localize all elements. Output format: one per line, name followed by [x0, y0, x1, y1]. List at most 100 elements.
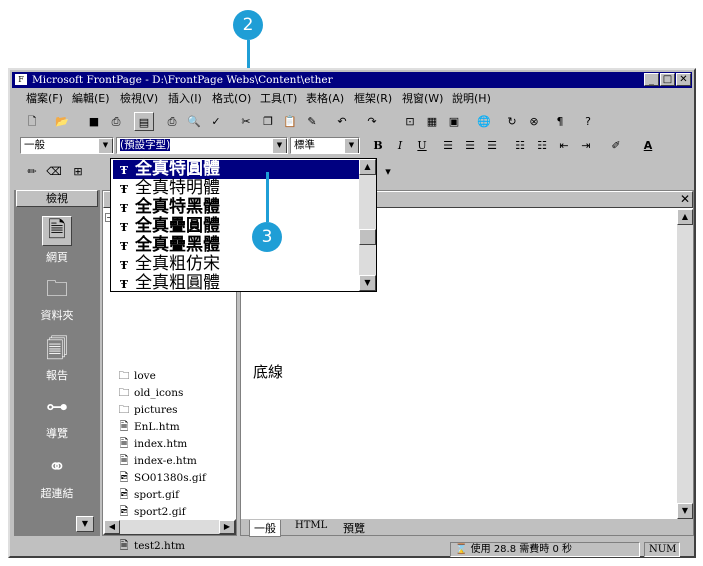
- scroll-thumb[interactable]: [359, 229, 376, 245]
- menu-help[interactable]: 說明(H): [452, 90, 491, 108]
- align-right-icon[interactable]: ☰: [482, 136, 502, 155]
- scroll-down-icon[interactable]: ▼: [677, 503, 693, 519]
- tab-normal[interactable]: 一般: [249, 520, 281, 537]
- view-label: 資料夾: [40, 309, 74, 322]
- editor-text: 底線: [253, 363, 284, 381]
- dropdown-scrollbar[interactable]: ▲ ▼: [359, 159, 376, 291]
- italic-button[interactable]: I: [390, 136, 410, 155]
- undo-icon[interactable]: ↶: [332, 112, 352, 131]
- font-option[interactable]: Ŧ 全真特明體: [113, 179, 359, 198]
- bullet-list-icon[interactable]: ☷: [532, 136, 552, 155]
- page-view-icon: 🗎: [42, 216, 72, 246]
- font-combo[interactable]: (預設字型) ▼: [116, 137, 288, 154]
- folder-list-icon[interactable]: ▤: [134, 112, 154, 131]
- chevron-down-icon[interactable]: ▼: [272, 138, 287, 153]
- cut-icon[interactable]: ✂: [236, 112, 256, 131]
- menu-file[interactable]: 檔案(F): [26, 90, 63, 108]
- view-folders[interactable]: 🗀 資料夾: [14, 276, 100, 323]
- font-option[interactable]: Ŧ 全真特黑體: [113, 198, 359, 217]
- menu-table[interactable]: 表格(A): [306, 90, 344, 108]
- list-item[interactable]: 🗎 index.htm: [117, 435, 188, 452]
- list-item[interactable]: 🗀 pictures: [117, 401, 178, 418]
- menu-bar: 檔案(F) 編輯(E) 檢視(V) 插入(I) 格式(O) 工具(T) 表格(A…: [12, 90, 692, 108]
- size-combo[interactable]: 標準 ▼: [290, 137, 360, 154]
- menu-edit[interactable]: 編輯(E): [72, 90, 110, 108]
- tab-html[interactable]: HTML: [291, 520, 331, 531]
- dropdown-arrow-icon[interactable]: ▾: [378, 162, 398, 181]
- view-hyperlinks[interactable]: ⚭ 超連結: [14, 454, 100, 501]
- minimize-button[interactable]: _: [644, 73, 659, 86]
- font-option[interactable]: Ŧ 全真疊圓體: [113, 217, 359, 236]
- redo-icon[interactable]: ↷: [362, 112, 382, 131]
- font-option[interactable]: Ŧ 全真特圓體: [113, 160, 359, 179]
- underline-button[interactable]: U: [412, 136, 432, 155]
- list-item[interactable]: 🖻 sport2.gif: [117, 503, 186, 520]
- spelling-icon[interactable]: ✓: [206, 112, 226, 131]
- format-painter-icon[interactable]: ✎: [302, 112, 322, 131]
- list-item[interactable]: 🖻 sport.gif: [117, 486, 179, 503]
- print-preview-icon[interactable]: 🔍: [184, 112, 204, 131]
- scroll-up-icon[interactable]: ▲: [359, 159, 376, 175]
- maximize-button[interactable]: □: [660, 73, 675, 86]
- menu-frames[interactable]: 框架(R): [354, 90, 392, 108]
- hyperlink-icon[interactable]: 🌐: [474, 112, 494, 131]
- eraser-icon[interactable]: ⌫: [44, 162, 64, 181]
- font-option[interactable]: Ŧ 全真疊黑體: [113, 236, 359, 255]
- refresh-icon[interactable]: ↻: [502, 112, 522, 131]
- view-reports[interactable]: 🗐 報告: [14, 336, 100, 383]
- folder-hscrollbar[interactable]: ◀ ▶: [103, 519, 236, 535]
- close-button[interactable]: ✕: [676, 73, 691, 86]
- decrease-indent-icon[interactable]: ⇤: [554, 136, 574, 155]
- menu-format[interactable]: 格式(O): [212, 90, 251, 108]
- help-icon[interactable]: ?: [578, 112, 598, 131]
- table-split-icon[interactable]: ⊞: [68, 162, 88, 181]
- scroll-right-icon[interactable]: ▶: [219, 520, 235, 534]
- list-item[interactable]: 🗎 EnL.htm: [117, 418, 180, 435]
- style-combo[interactable]: 一般 ▼: [20, 137, 114, 154]
- font-dropdown-list[interactable]: Ŧ 全真特圓體 Ŧ 全真特明體 Ŧ 全真特黑體 Ŧ 全真疊圓體 Ŧ 全真疊黑體 Ŧ 全真粗仿宋 Ŧ 全真粗…: [110, 158, 377, 293]
- list-item[interactable]: 🗀 old_icons: [117, 384, 184, 401]
- menu-view[interactable]: 檢視(V): [120, 90, 158, 108]
- insert-table-icon[interactable]: ▦: [422, 112, 442, 131]
- chevron-down-icon[interactable]: ▼: [98, 138, 113, 153]
- list-item[interactable]: 🖻 SO01380s.gif: [117, 469, 206, 486]
- align-center-icon[interactable]: ☰: [460, 136, 480, 155]
- bold-button[interactable]: B: [368, 136, 388, 155]
- view-navigation[interactable]: ⊶ 導覽: [14, 394, 100, 441]
- menu-tools[interactable]: 工具(T): [260, 90, 297, 108]
- list-item[interactable]: 🗀 love: [117, 367, 156, 384]
- open-icon[interactable]: 📂: [52, 112, 72, 131]
- show-all-icon[interactable]: ¶: [550, 112, 570, 131]
- scroll-up-icon[interactable]: ▲: [677, 209, 693, 225]
- font-color-icon[interactable]: A: [638, 136, 658, 155]
- app-icon[interactable]: F: [15, 74, 27, 85]
- align-left-icon[interactable]: ☰: [438, 136, 458, 155]
- stop-icon[interactable]: ⊗: [524, 112, 544, 131]
- increase-indent-icon[interactable]: ⇥: [576, 136, 596, 155]
- chevron-down-icon[interactable]: ▼: [344, 138, 359, 153]
- print-icon[interactable]: ⎙: [162, 112, 182, 131]
- tab-preview[interactable]: 預覽: [339, 520, 369, 536]
- new-page-icon[interactable]: 🗋: [22, 112, 42, 131]
- menu-insert[interactable]: 插入(I): [168, 90, 202, 108]
- copy-icon[interactable]: ❐: [258, 112, 278, 131]
- highlight-icon[interactable]: ✐: [606, 136, 626, 155]
- menu-window[interactable]: 視窗(W): [402, 90, 443, 108]
- view-page[interactable]: 🗎 網頁: [14, 216, 100, 265]
- scroll-down-icon[interactable]: ▼: [359, 275, 376, 291]
- list-item[interactable]: 🗎 index-e.htm: [117, 452, 197, 469]
- font-option-label: 全真特黑體: [135, 197, 220, 217]
- publish-icon[interactable]: ⎙: [106, 112, 126, 131]
- views-scroll-down-icon[interactable]: ▼: [76, 516, 94, 532]
- scroll-left-icon[interactable]: ◀: [104, 520, 120, 534]
- font-option[interactable]: Ŧ 全真粗圓體: [113, 274, 359, 293]
- save-icon[interactable]: ■: [84, 112, 104, 131]
- font-option[interactable]: Ŧ 全真粗仿宋: [113, 255, 359, 274]
- close-pane-icon[interactable]: ✕: [680, 192, 690, 206]
- numbered-list-icon[interactable]: ☷: [510, 136, 530, 155]
- editor-vscrollbar[interactable]: ▲ ▼: [677, 209, 693, 519]
- insert-picture-icon[interactable]: ▣: [444, 112, 464, 131]
- insert-component-icon[interactable]: ⊡: [400, 112, 420, 131]
- paste-icon[interactable]: 📋: [280, 112, 300, 131]
- pencil-icon[interactable]: ✏: [22, 162, 42, 181]
